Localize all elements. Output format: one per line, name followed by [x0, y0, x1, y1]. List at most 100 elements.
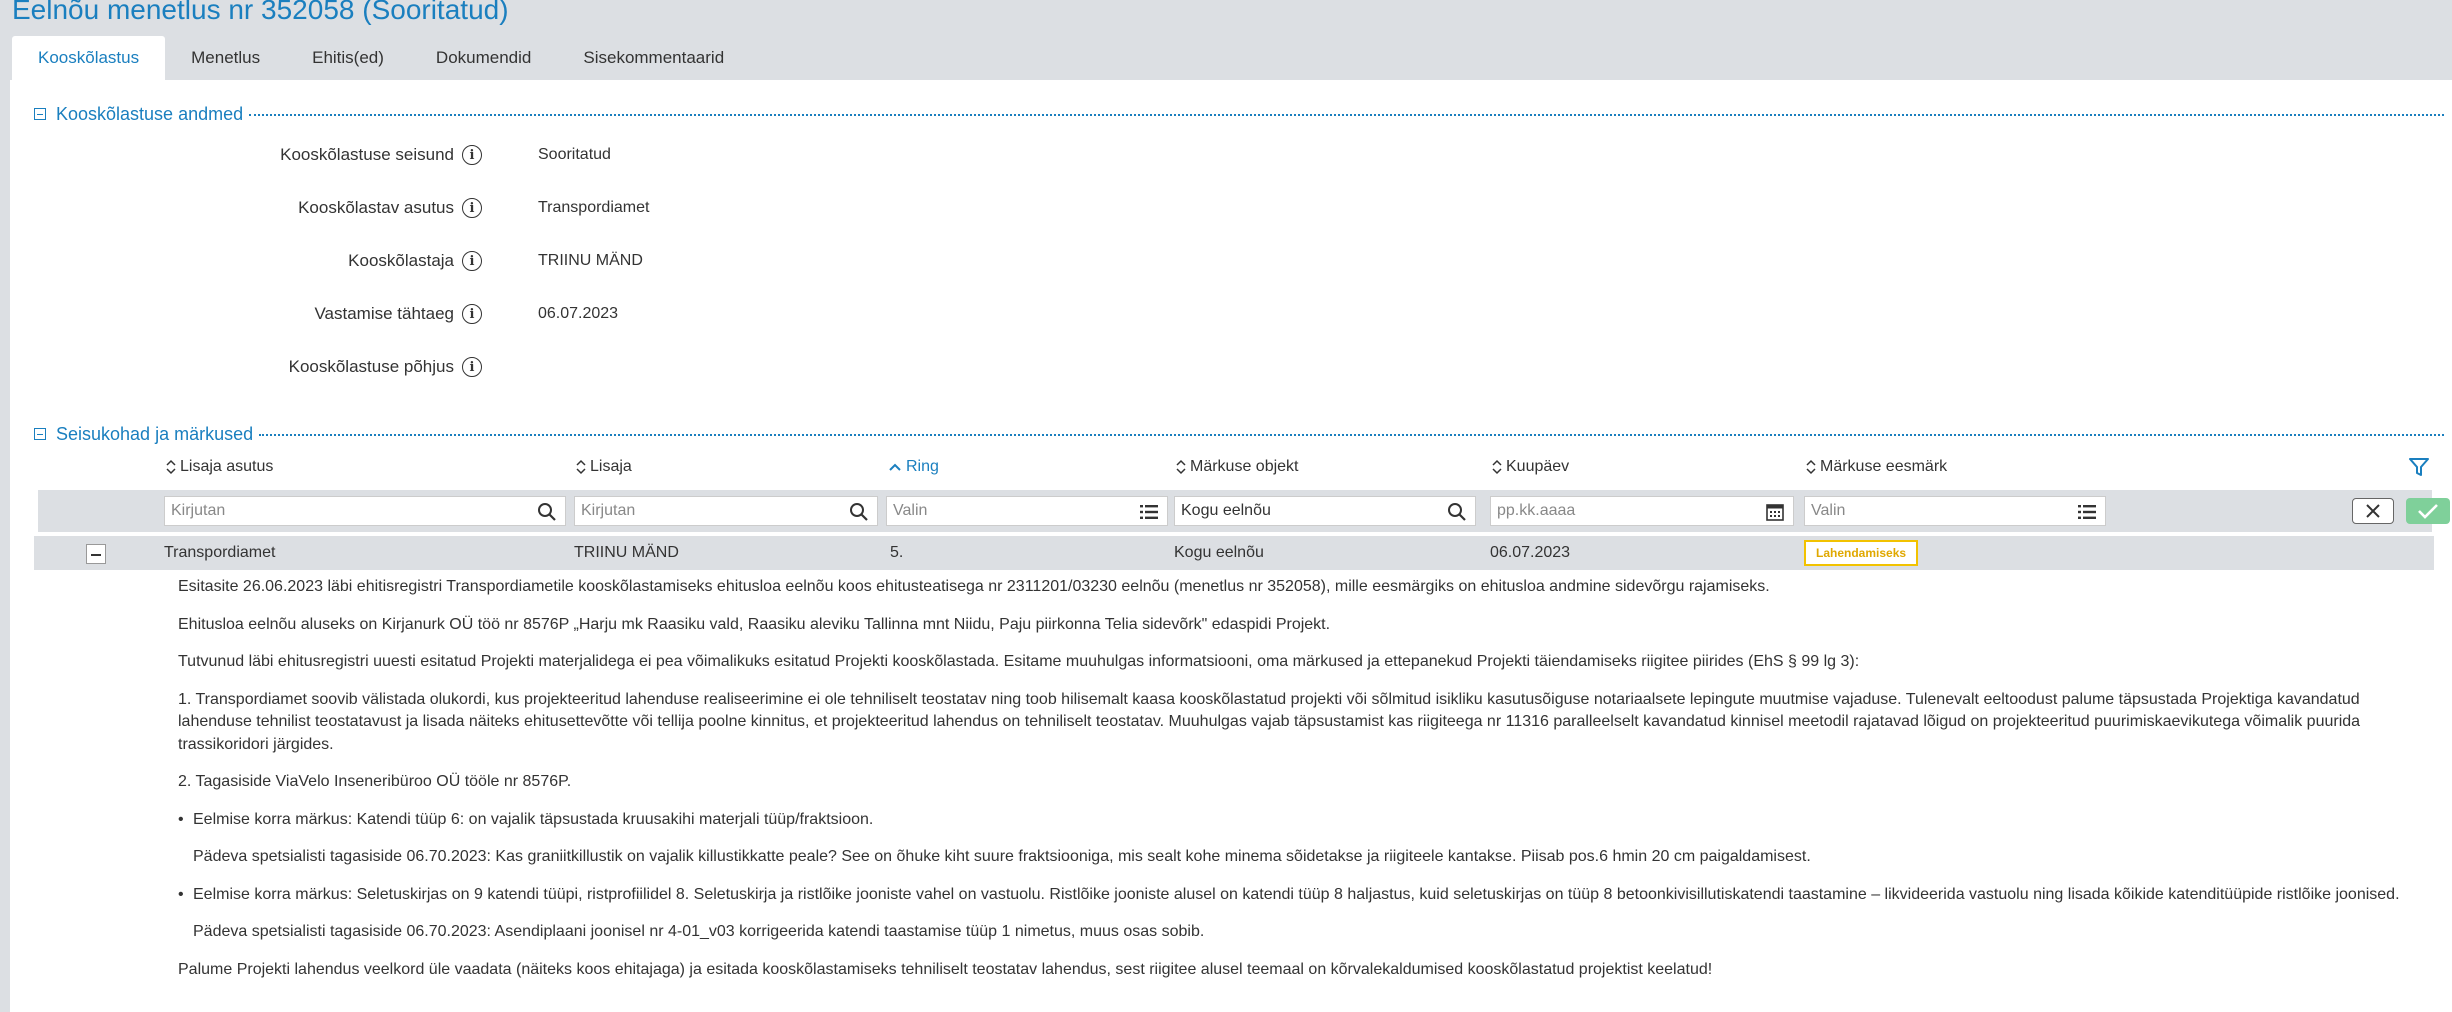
filter-markuse-eesmark-select[interactable] [1811, 498, 2105, 524]
column-header-label: Märkuse objekt [1190, 458, 1299, 475]
comment-paragraph: Ehitusloa eelnõu aluseks on Kirjanurk OÜ… [178, 615, 1331, 633]
column-header-label: Lisaja [590, 458, 632, 475]
filter-lisaja-input[interactable] [581, 498, 877, 524]
list-icon[interactable] [2077, 502, 2097, 522]
filter-row [38, 490, 2450, 532]
sort-icon [576, 459, 586, 475]
tab-dokumendid[interactable]: Dokumendid [410, 36, 557, 80]
field-row-seisund: Kooskõlastuse seisund i Sooritatud [10, 140, 1210, 170]
column-header-label: Märkuse eesmärk [1820, 458, 1948, 475]
column-header-ring[interactable]: Ring [888, 456, 939, 478]
cell-lisaja: TRIINU MÄND [574, 544, 679, 561]
comment-body: Esitasite 26.06.2023 läbi ehitisregistri… [178, 576, 2418, 996]
search-icon[interactable] [849, 502, 869, 522]
info-icon[interactable]: i [462, 357, 482, 377]
search-icon[interactable] [537, 502, 557, 522]
comment-paragraph: Palume Projekti lahendus veelkord üle va… [178, 960, 1713, 978]
field-value: Transpordiamet [538, 199, 650, 216]
sort-asc-icon [888, 462, 902, 472]
field-label: Kooskõlastaja i [348, 246, 482, 276]
field-label-text: Kooskõlastuse seisund [280, 145, 454, 164]
field-value: Sooritatud [538, 146, 611, 163]
field-value: TRIINU MÄND [538, 252, 643, 269]
comment-bullet: Eelmise korra märkus: Seletuskirjas on 9… [178, 884, 2418, 907]
main-panel: Kooskõlastuse andmed Kooskõlastuse seisu… [10, 80, 2452, 1012]
comment-paragraph: Esitasite 26.06.2023 läbi ehitisregistri… [178, 578, 1770, 595]
filter-lisaja-asutus-input[interactable] [171, 498, 565, 524]
tab-ehitised[interactable]: Ehitis(ed) [286, 36, 410, 80]
close-icon [2366, 504, 2380, 518]
section-title: Kooskõlastuse andmed [56, 103, 244, 124]
field-label: Vastamise tähtaeg i [314, 299, 482, 329]
field-row-kooskolastaja: Kooskõlastaja i TRIINU MÄND [10, 246, 1210, 276]
search-icon[interactable] [1447, 502, 1467, 522]
cell-lisaja-asutus: Transpordiamet [164, 544, 276, 561]
filter-markuse-objekt[interactable] [1174, 496, 1476, 526]
sort-icon [1492, 459, 1502, 475]
section-title: Seisukohad ja märkused [56, 423, 254, 444]
sort-icon [166, 459, 176, 475]
sort-icon [1176, 459, 1186, 475]
tab-bar: Kooskõlastus Menetlus Ehitis(ed) Dokumen… [12, 36, 750, 80]
filter-markuse-eesmark[interactable] [1804, 496, 2106, 526]
cell-markuse-objekt: Kogu eelnõu [1174, 544, 1264, 561]
section-header-kooskolastuse-andmed: Kooskõlastuse andmed [34, 102, 2444, 126]
field-value: 06.07.2023 [538, 305, 619, 322]
field-row-pohjus: Kooskõlastuse põhjus i [10, 352, 1210, 382]
section-header-seisukohad: Seisukohad ja märkused [34, 422, 2444, 446]
comment-bullet: Eelmise korra märkus: Katendi tüüp 6: on… [178, 809, 2418, 832]
column-header-label: Ring [906, 458, 939, 475]
filter-kuupaev[interactable] [1490, 496, 1794, 526]
table-row[interactable]: Transpordiamet TRIINU MÄND 5. Kogu eelnõ… [34, 536, 2434, 570]
field-label: Kooskõlastav asutus i [298, 193, 482, 223]
info-icon[interactable]: i [462, 251, 482, 271]
check-icon [2418, 504, 2438, 519]
collapse-toggle[interactable] [34, 428, 46, 440]
column-header-lisaja[interactable]: Lisaja [576, 456, 632, 478]
tab-menetlus[interactable]: Menetlus [165, 36, 286, 80]
comment-paragraph: Tutvunud läbi ehitusregistri uuesti esit… [178, 653, 1860, 670]
comment-reply: Pädeva spetsialisti tagasiside 06.70.202… [193, 848, 1811, 865]
filter-kuupaev-input[interactable] [1497, 498, 1793, 524]
field-label-text: Kooskõlastuse põhjus [288, 357, 454, 376]
comment-paragraph: 2. Tagasiside ViaVelo Inseneribüroo OÜ t… [178, 773, 572, 790]
filter-toggle-icon[interactable] [2408, 456, 2430, 478]
tab-sisekommentaarid[interactable]: Sisekommentaarid [557, 36, 750, 80]
status-badge: Lahendamiseks [1804, 540, 1919, 566]
field-label: Kooskõlastuse põhjus i [289, 352, 482, 382]
section-divider [249, 114, 2444, 116]
field-row-asutus: Kooskõlastav asutus i Transpordiamet [10, 193, 1210, 223]
column-header-lisaja-asutus[interactable]: Lisaja asutus [166, 456, 273, 478]
sort-icon [1806, 459, 1816, 475]
tab-kooskolastus[interactable]: Kooskõlastus [12, 36, 166, 80]
field-row-tahtaeg: Vastamise tähtaeg i 06.07.2023 [10, 299, 1210, 329]
row-collapse-toggle[interactable] [86, 544, 106, 564]
collapse-toggle[interactable] [34, 108, 46, 120]
clear-filters-button[interactable] [2352, 498, 2394, 524]
field-label-text: Vastamise tähtaeg [314, 304, 454, 323]
cell-ring: 5. [890, 544, 904, 561]
column-header-label: Kuupäev [1506, 458, 1570, 475]
list-icon[interactable] [1139, 502, 1159, 522]
column-header-markuse-objekt[interactable]: Märkuse objekt [1176, 456, 1299, 478]
field-label: Kooskõlastuse seisund i [280, 140, 482, 170]
column-header-label: Lisaja asutus [180, 458, 274, 475]
comment-paragraph: 1. Transpordiamet soovib välistada oluko… [178, 690, 2361, 753]
cell-kuupaev: 06.07.2023 [1490, 544, 1571, 561]
filter-ring[interactable] [886, 496, 1168, 526]
page-title: Eelnõu menetlus nr 352058 (Sooritatud) [12, 0, 509, 25]
filter-lisaja-asutus[interactable] [164, 496, 566, 526]
filter-lisaja[interactable] [574, 496, 878, 526]
field-label-text: Kooskõlastaja [348, 251, 454, 270]
info-icon[interactable]: i [462, 304, 482, 324]
section-divider [259, 434, 2444, 436]
column-header-kuupaev[interactable]: Kuupäev [1492, 456, 1569, 478]
filter-markuse-objekt-input[interactable] [1181, 498, 1475, 524]
info-icon[interactable]: i [462, 198, 482, 218]
filter-ring-select[interactable] [893, 498, 1167, 524]
column-header-markuse-eesmark[interactable]: Märkuse eesmärk [1806, 456, 1947, 478]
apply-filters-button[interactable] [2406, 498, 2450, 524]
calendar-icon[interactable] [1765, 502, 1785, 522]
info-icon[interactable]: i [462, 145, 482, 165]
comment-reply: Pädeva spetsialisti tagasiside 06.70.202… [193, 923, 1205, 940]
